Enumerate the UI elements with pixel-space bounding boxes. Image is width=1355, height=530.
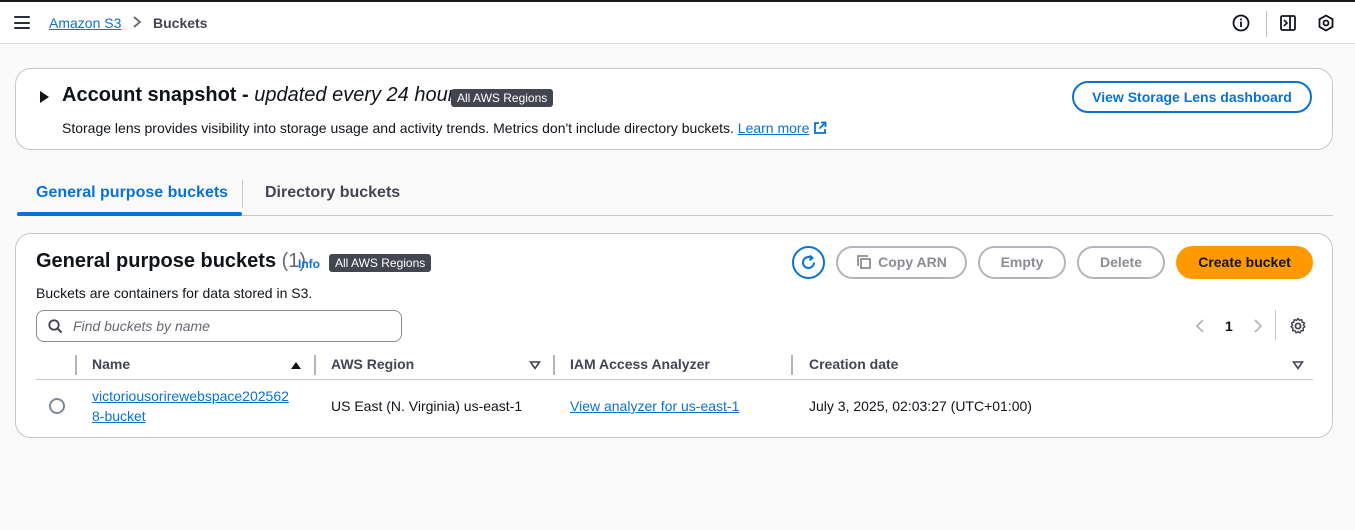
copy-icon (857, 255, 872, 269)
breadcrumb-buckets: Buckets (153, 15, 208, 31)
column-divider (791, 355, 793, 375)
snapshot-description: Storage lens provides visibility into st… (62, 120, 827, 136)
tab-general-purpose-buckets[interactable]: General purpose buckets (36, 184, 228, 202)
page-number[interactable]: 1 (1225, 318, 1233, 334)
chevron-right-icon[interactable] (1252, 318, 1264, 334)
column-divider (75, 355, 77, 375)
active-tab-indicator (17, 212, 242, 216)
header-divider (1266, 11, 1267, 37)
bucket-name-line1: victoriousorirewebspace202562 (92, 388, 289, 404)
side-panel-icon[interactable] (1279, 14, 1297, 32)
menu-icon[interactable] (14, 16, 30, 29)
sort-icon[interactable] (1292, 360, 1304, 370)
bucket-name-line2: 8-bucket (92, 408, 146, 424)
top-navigation-bar: Amazon S3 Buckets (0, 0, 1355, 44)
view-analyzer-link[interactable]: View analyzer for us-east-1 (570, 396, 739, 416)
external-link-icon[interactable] (813, 121, 827, 135)
snapshot-title-main: Account snapshot - (62, 84, 255, 106)
buckets-panel: General purpose buckets (1) Info All AWS… (15, 233, 1333, 438)
empty-button[interactable]: Empty (978, 246, 1066, 279)
create-bucket-button[interactable]: Create bucket (1176, 246, 1313, 279)
snapshot-title: Account snapshot - updated every 24 hour… (62, 84, 464, 107)
buckets-heading: General purpose buckets (1) (36, 250, 306, 273)
row-select-radio[interactable] (49, 398, 65, 414)
learn-more-link[interactable]: Learn more (738, 120, 810, 136)
tab-directory-buckets[interactable]: Directory buckets (265, 184, 400, 202)
column-header-creation-date[interactable]: Creation date (809, 356, 898, 372)
column-divider (314, 355, 316, 375)
pagination-divider (1275, 310, 1276, 340)
expand-caret-icon[interactable] (40, 91, 49, 103)
bucket-name-link[interactable]: victoriousorirewebspace202562 8-bucket (92, 386, 289, 426)
view-storage-lens-button[interactable]: View Storage Lens dashboard (1072, 81, 1312, 113)
chevron-left-icon[interactable] (1194, 318, 1206, 334)
snapshot-description-text: Storage lens provides visibility into st… (62, 120, 734, 136)
sort-ascending-icon[interactable] (290, 360, 302, 370)
buckets-description: Buckets are containers for data stored i… (36, 285, 313, 301)
breadcrumb-amazon-s3[interactable]: Amazon S3 (49, 15, 121, 31)
chevron-right-icon (133, 16, 142, 28)
column-header-region[interactable]: AWS Region (331, 356, 414, 372)
gear-icon[interactable] (1289, 317, 1307, 335)
bucket-region: US East (N. Virginia) us-east-1 (331, 398, 523, 414)
copy-arn-label: Copy ARN (878, 254, 947, 270)
sort-icon[interactable] (529, 360, 541, 370)
search-icon (48, 319, 63, 334)
header-row-divider (36, 379, 1313, 380)
refresh-icon (802, 254, 815, 269)
buckets-title: General purpose buckets (36, 250, 277, 272)
tab-separator (242, 180, 243, 208)
hexagon-settings-icon[interactable] (1317, 14, 1335, 32)
delete-button[interactable]: Delete (1077, 246, 1165, 279)
copy-arn-button[interactable]: Copy ARN (836, 246, 967, 279)
bucket-search-field[interactable] (36, 310, 402, 342)
snapshot-title-italic: updated every 24 hours (254, 84, 465, 106)
regions-badge: All AWS Regions (329, 254, 432, 272)
search-input[interactable] (73, 316, 393, 336)
bucket-creation-date: July 3, 2025, 02:03:27 (UTC+01:00) (809, 398, 1032, 414)
regions-badge: All AWS Regions (451, 89, 554, 107)
column-divider (553, 355, 555, 375)
info-link[interactable]: Info (298, 257, 320, 271)
refresh-button[interactable] (792, 246, 825, 279)
account-snapshot-panel: Account snapshot - updated every 24 hour… (15, 68, 1333, 150)
info-circle-icon[interactable] (1232, 14, 1250, 32)
column-header-iam-analyzer[interactable]: IAM Access Analyzer (570, 356, 710, 372)
column-header-name[interactable]: Name (92, 356, 130, 372)
